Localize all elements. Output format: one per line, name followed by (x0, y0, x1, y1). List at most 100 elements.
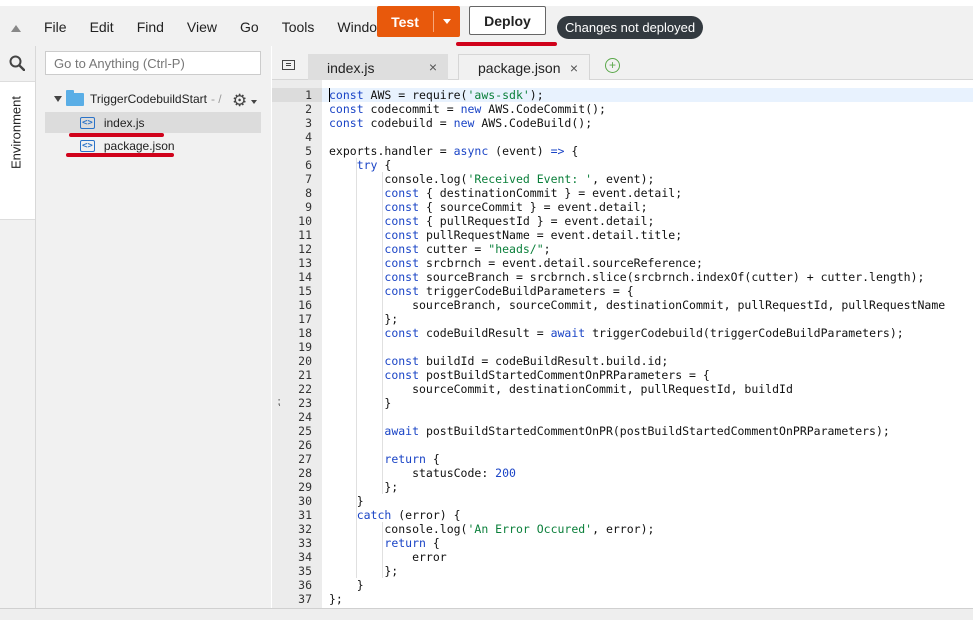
collapse-toolbar-icon[interactable] (11, 25, 21, 32)
code-line[interactable]: 8 const { destinationCommit } = event.de… (272, 186, 973, 200)
code-text: try { (356, 158, 392, 172)
line-number: 33 (298, 536, 312, 550)
code-line[interactable]: 18 const codeBuildResult = await trigger… (272, 326, 973, 340)
editor-tab-bar: index.js × package.json × + (272, 46, 973, 81)
code-line[interactable]: 10 const { pullRequestId } = event.detai… (272, 214, 973, 228)
code-line[interactable]: 28 statusCode: 200 (272, 466, 973, 480)
menu-edit[interactable]: Edit (90, 19, 114, 35)
code-line[interactable]: 12 const cutter = "heads/"; (272, 242, 973, 256)
annotation-underline-index-js (69, 133, 164, 137)
code-text: }; (329, 592, 343, 606)
code-line[interactable]: 13 const srcbrnch = event.detail.sourceR… (272, 256, 973, 270)
file-tree-panel: TriggerCodebuildStart - / ⚙ <> index.js … (36, 46, 271, 608)
code-line[interactable]: 37}; (272, 592, 973, 606)
line-number: 6 (305, 158, 312, 172)
code-text: const triggerCodeBuildParameters = { (384, 284, 634, 298)
code-text: catch (error) { (356, 508, 461, 522)
code-line[interactable]: 17 }; (272, 312, 973, 326)
environment-tab[interactable]: Environment (0, 81, 35, 220)
test-dropdown-caret-icon[interactable] (443, 19, 451, 24)
line-number: 24 (298, 410, 312, 424)
menu-go[interactable]: Go (240, 19, 259, 35)
code-line[interactable]: 9 const { sourceCommit } = event.detail; (272, 200, 973, 214)
line-number: 37 (298, 592, 312, 606)
tab-package-json[interactable]: package.json × (458, 54, 590, 81)
code-line[interactable]: 30 } (272, 494, 973, 508)
line-number: 22 (298, 382, 312, 396)
test-button[interactable]: Test (377, 6, 460, 37)
code-text: const srcbrnch = event.detail.sourceRefe… (384, 256, 703, 270)
menu-tools[interactable]: Tools (282, 19, 315, 35)
code-line[interactable]: 29 }; (272, 480, 973, 494)
code-line[interactable]: 2 const codecommit = new AWS.CodeCommit()… (272, 102, 973, 116)
code-line[interactable]: 24 (272, 410, 973, 424)
tab-index-js[interactable]: index.js × (308, 54, 448, 81)
file-item-index-js[interactable]: <> index.js (45, 112, 261, 133)
code-text: }; (329, 564, 399, 578)
menu-file[interactable]: File (44, 19, 67, 35)
folder-trigger-codebuild-start[interactable]: TriggerCodebuildStart - / (54, 89, 222, 106)
line-number: 30 (298, 494, 312, 508)
line-number: 16 (298, 298, 312, 312)
line-number: 13 (298, 256, 312, 270)
line-number: 11 (298, 228, 312, 242)
folder-icon (66, 89, 84, 106)
code-text: error (329, 550, 447, 564)
environment-tab-label: Environment (8, 96, 24, 169)
code-line[interactable]: 36 } (272, 578, 973, 592)
code-line[interactable]: 6 try { (272, 158, 973, 172)
line-number: 31 (298, 508, 312, 522)
code-line[interactable]: 20 const buildId = codeBuildResult.build… (272, 354, 973, 368)
code-line[interactable]: 27 return { (272, 452, 973, 466)
code-editor[interactable]: 1 const AWS = require('aws-sdk'); 2 const c… (272, 80, 973, 608)
code-line[interactable]: 21 const postBuildStartedCommentOnPRPara… (272, 368, 973, 382)
menu-bar: File Edit Find View Go Tools Window (44, 19, 410, 35)
code-line[interactable]: 19 (272, 340, 973, 354)
code-text: exports.handler = async (event) => { (329, 144, 579, 158)
line-number: 20 (298, 354, 312, 368)
menu-find[interactable]: Find (137, 19, 164, 35)
code-line[interactable]: 11 const pullRequestName = event.detail.… (272, 228, 973, 242)
code-line[interactable]: 32 console.log('An Error Occured', error… (272, 522, 973, 536)
code-text: }; (329, 312, 399, 326)
status-bar (0, 608, 973, 620)
code-text: const sourceBranch = srcbrnch.slice(srcb… (384, 270, 925, 284)
code-line[interactable]: 1 const AWS = require('aws-sdk'); (272, 88, 973, 102)
line-number: 29 (298, 480, 312, 494)
gear-icon[interactable]: ⚙ (232, 92, 247, 109)
search-icon[interactable] (9, 55, 25, 71)
expand-triangle-icon[interactable] (54, 96, 62, 102)
code-line[interactable]: 15 const triggerCodeBuildParameters = { (272, 284, 973, 298)
file-name: package.json (103, 138, 175, 153)
code-line[interactable]: 3 const codebuild = new AWS.CodeBuild(); (272, 116, 973, 130)
code-line[interactable]: 25 await postBuildStartedCommentOnPR(pos… (272, 424, 973, 438)
menu-view[interactable]: View (187, 19, 217, 35)
line-number: 1 (305, 88, 312, 102)
code-text: const buildId = codeBuildResult.build.id… (384, 354, 669, 368)
code-text: await postBuildStartedCommentOnPR(postBu… (384, 424, 890, 438)
line-number: 12 (298, 242, 312, 256)
line-number: 3 (305, 116, 312, 130)
close-icon[interactable]: × (570, 60, 578, 76)
folder-name: TriggerCodebuildStart (90, 92, 207, 106)
code-line[interactable]: 26 (272, 438, 973, 452)
code-line[interactable]: 35 }; (272, 564, 973, 578)
code-line[interactable]: 22 sourceCommit, destinationCommit, pull… (272, 382, 973, 396)
go-to-anything-input[interactable] (45, 51, 261, 75)
deploy-button[interactable]: Deploy (469, 6, 546, 35)
code-line[interactable]: 23 } (272, 396, 973, 410)
tab-list-icon[interactable] (282, 60, 295, 70)
code-line[interactable]: 34 error (272, 550, 973, 564)
code-line[interactable]: 33 return { (272, 536, 973, 550)
code-text: sourceBranch, sourceCommit, destinationC… (329, 298, 946, 312)
close-icon[interactable]: × (429, 59, 437, 75)
add-tab-icon[interactable]: + (605, 58, 620, 73)
folder-path-suffix: - / (210, 92, 222, 106)
gear-caret-icon[interactable] (251, 100, 257, 104)
code-line[interactable]: 7 console.log('Received Event: ', event)… (272, 172, 973, 186)
code-line[interactable]: 16 sourceBranch, sourceCommit, destinati… (272, 298, 973, 312)
code-line[interactable]: 31 catch (error) { (272, 508, 973, 522)
code-line[interactable]: 4 (272, 130, 973, 144)
code-line[interactable]: 5 exports.handler = async (event) => { (272, 144, 973, 158)
code-line[interactable]: 14 const sourceBranch = srcbrnch.slice(s… (272, 270, 973, 284)
